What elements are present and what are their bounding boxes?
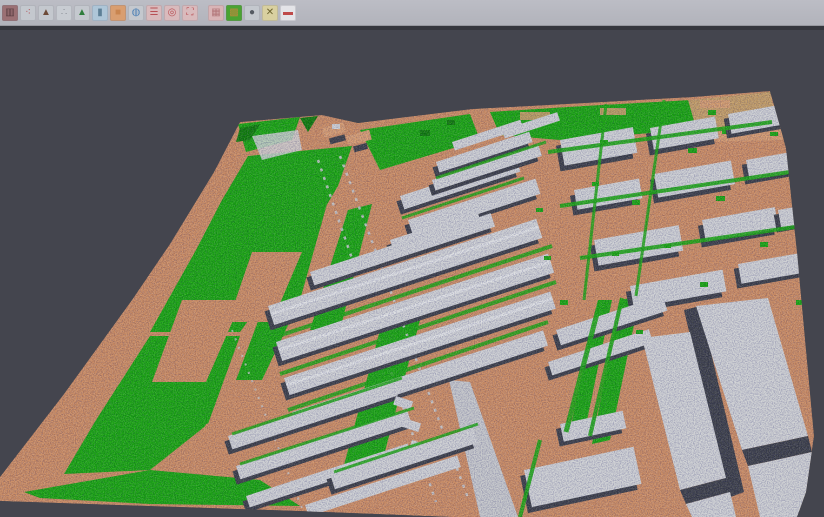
flag-annotation-icon[interactable]: ▬ bbox=[280, 5, 296, 21]
render-sphere-icon[interactable]: ● bbox=[244, 5, 260, 21]
toolbar-separator bbox=[200, 5, 206, 21]
globe-view-icon[interactable]: ◍ bbox=[128, 5, 144, 21]
grid-overlay-icon[interactable]: ▦ bbox=[208, 5, 224, 21]
main-toolbar: ▥⁖▲∴▲▮■◍☰◎⛶▦▩●✕▬ bbox=[0, 0, 824, 26]
terrain-model-icon[interactable]: ▲ bbox=[38, 5, 54, 21]
open-data-icon[interactable]: ▥ bbox=[2, 5, 18, 21]
toolbar-separator-band bbox=[0, 26, 824, 30]
point-cloud-render bbox=[0, 0, 824, 517]
measure-tool-icon[interactable]: ✕ bbox=[262, 5, 278, 21]
application-window: ▥⁖▲∴▲▮■◍☰◎⛶▦▩●✕▬ bbox=[0, 0, 824, 517]
vegetation-class-icon[interactable]: ▲ bbox=[74, 5, 90, 21]
building-class-icon[interactable]: ▮ bbox=[92, 5, 108, 21]
point-sample-icon[interactable]: ∴ bbox=[56, 5, 72, 21]
noise-overlay bbox=[0, 85, 824, 517]
profile-list-icon[interactable]: ☰ bbox=[146, 5, 162, 21]
selection-bounds-icon[interactable]: ⛶ bbox=[182, 5, 198, 21]
3d-viewport[interactable] bbox=[0, 0, 824, 517]
ground-class-icon[interactable]: ■ bbox=[110, 5, 126, 21]
classification-map-icon[interactable]: ▩ bbox=[226, 5, 242, 21]
classify-points-icon[interactable]: ⁖ bbox=[20, 5, 36, 21]
target-tool-icon[interactable]: ◎ bbox=[164, 5, 180, 21]
